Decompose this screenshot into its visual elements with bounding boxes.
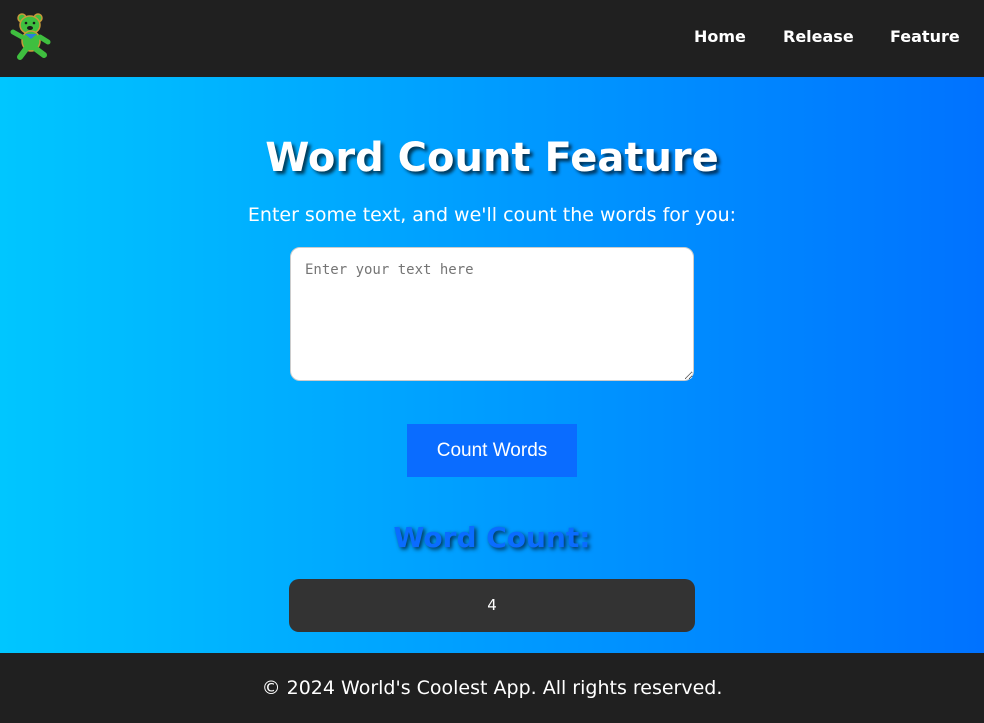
- word-count-heading: Word Count:: [393, 521, 591, 554]
- count-words-button[interactable]: Count Words: [407, 424, 577, 477]
- main-content: Word Count Feature Enter some text, and …: [0, 77, 984, 653]
- footer-text: © 2024 World's Coolest App. All rights r…: [261, 677, 723, 699]
- text-input[interactable]: [290, 247, 694, 381]
- navbar: Home Release Feature: [0, 0, 984, 77]
- nav-link-feature[interactable]: Feature: [890, 27, 960, 46]
- footer: © 2024 World's Coolest App. All rights r…: [0, 653, 984, 712]
- nav-link-home[interactable]: Home: [694, 27, 746, 46]
- dancing-bear-logo[interactable]: [8, 10, 54, 60]
- page-subtitle: Enter some text, and we'll count the wor…: [247, 204, 737, 226]
- page-title: Word Count Feature: [265, 135, 719, 181]
- nav-link-release[interactable]: Release: [783, 27, 854, 46]
- word-count-result: 4: [289, 579, 695, 632]
